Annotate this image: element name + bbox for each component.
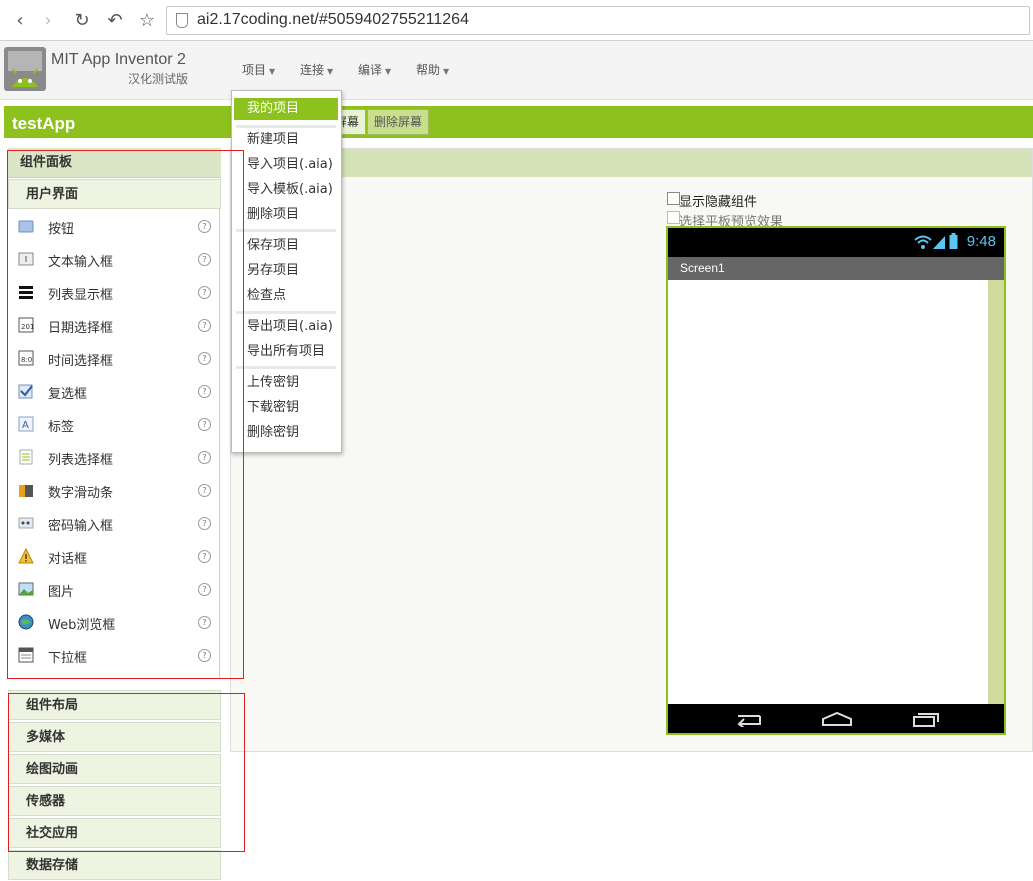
signal-icon — [932, 234, 946, 254]
screen-titlebar: Screen1 — [668, 257, 1004, 280]
caret-down-icon: ▼ — [269, 67, 276, 76]
menu-build[interactable]: 编译 ▼ — [358, 61, 391, 78]
phone-clock: 9:48 — [966, 233, 996, 250]
recents-nav-icon — [912, 711, 940, 731]
caret-down-icon: ▼ — [385, 67, 392, 76]
menu-item-checkpoint[interactable]: 检查点 — [234, 285, 338, 307]
menu-connect[interactable]: 连接 ▼ — [300, 61, 333, 78]
phone-preview[interactable]: 9:48 Screen1 — [666, 226, 1006, 735]
menu-divider — [236, 366, 336, 369]
menu-item-my-projects[interactable]: 我的项目 — [234, 98, 338, 120]
menu-item-upload-keystore[interactable]: 上传密钥 — [234, 372, 338, 394]
menu-item-new-project[interactable]: 新建项目 — [234, 129, 338, 151]
project-name: testApp — [12, 114, 76, 133]
phone-nav-bar — [668, 704, 1004, 733]
star-icon[interactable]: ☆ — [135, 8, 159, 32]
app-subtitle: 汉化测试版 — [128, 72, 189, 86]
menu-item-export-project[interactable]: 导出项目(.aia) — [234, 316, 338, 338]
home-nav-icon — [821, 711, 853, 731]
screen-title: Screen1 — [680, 261, 725, 275]
forward-icon[interactable]: › — [36, 8, 60, 32]
menu-item-import-project[interactable]: 导入项目(.aia) — [234, 154, 338, 176]
project-dropdown-menu: 我的项目 新建项目 导入项目(.aia) 导入模板(.aia) 删除项目 保存项… — [231, 90, 342, 453]
menu-item-delete-project[interactable]: 删除项目 — [234, 204, 338, 226]
menu-item-export-all[interactable]: 导出所有项目 — [234, 341, 338, 363]
battery-icon — [949, 233, 958, 254]
phone-status-bar: 9:48 — [668, 228, 1004, 257]
url-text: ai2.17coding.net/#5059402755211264 — [197, 11, 469, 28]
browser-toolbar: ‹ › ↻ ↶ ☆ ai2.17coding.net/#505940275521… — [0, 0, 1033, 41]
menu-help-label: 帮助 — [416, 63, 441, 77]
menu-item-delete-keystore[interactable]: 删除密钥 — [234, 422, 338, 444]
back-nav-icon — [734, 711, 764, 731]
reload-icon[interactable]: ↻ — [70, 8, 94, 32]
address-bar[interactable]: ai2.17coding.net/#5059402755211264 — [166, 6, 1030, 35]
caret-down-icon: ▼ — [443, 67, 450, 76]
viewer-header — [231, 149, 1032, 177]
undo-icon[interactable]: ↶ — [103, 8, 127, 32]
show-hidden-label: 显示隐藏组件 — [679, 195, 758, 210]
wifi-icon — [914, 234, 932, 254]
phone-scrollbar[interactable] — [988, 280, 1004, 704]
shield-icon — [176, 13, 188, 28]
app-inventor-logo[interactable] — [4, 47, 46, 91]
project-bar: testApp 屏幕 删除屏幕 — [4, 106, 1033, 138]
annotation-box-ui-components — [7, 150, 244, 679]
menu-divider — [236, 229, 336, 232]
menu-item-save-as[interactable]: 另存项目 — [234, 260, 338, 282]
app-header: MIT App Inventor 2 汉化测试版 项目 ▼ 连接 ▼ 编译 ▼ 帮助 ▼ — [0, 41, 1033, 100]
caret-down-icon: ▼ — [327, 67, 334, 76]
back-icon[interactable]: ‹ — [8, 8, 32, 32]
menu-item-download-keystore[interactable]: 下载密钥 — [234, 397, 338, 419]
menu-build-label: 编译 — [358, 63, 383, 77]
category-storage[interactable]: 数据存储 — [8, 850, 221, 880]
menu-project[interactable]: 项目 ▼ — [242, 61, 275, 78]
remove-screen-button[interactable]: 删除屏幕 — [367, 109, 430, 135]
app-title: MIT App Inventor 2 — [51, 51, 186, 68]
menu-connect-label: 连接 — [300, 63, 325, 77]
menu-divider — [236, 311, 336, 314]
menu-item-save-project[interactable]: 保存项目 — [234, 235, 338, 257]
menu-divider — [236, 125, 336, 128]
menu-help[interactable]: 帮助 ▼ — [416, 61, 449, 78]
menu-project-label: 项目 — [242, 63, 267, 77]
menu-item-import-template[interactable]: 导入模板(.aia) — [234, 179, 338, 201]
annotation-box-categories — [8, 693, 245, 852]
